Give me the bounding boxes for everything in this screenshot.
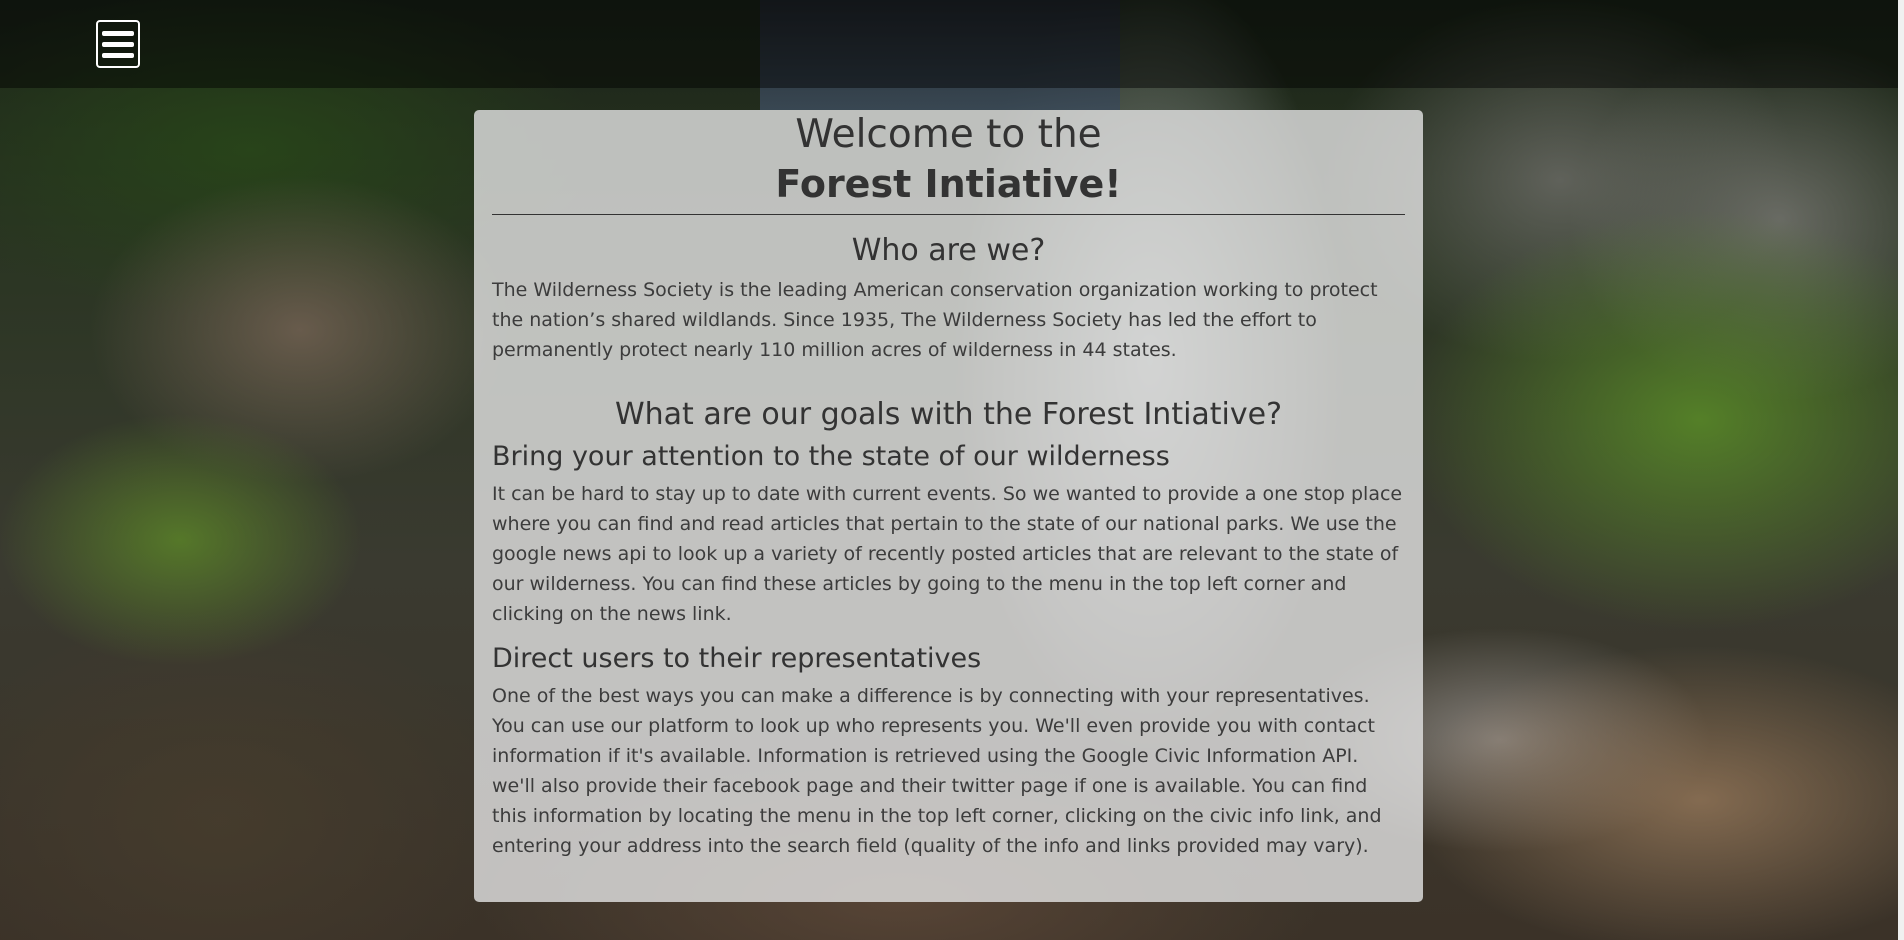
welcome-card: Welcome to the Forest Intiative! Who are… bbox=[474, 110, 1423, 902]
hamburger-icon-bar-3 bbox=[102, 52, 134, 58]
title-divider bbox=[492, 214, 1405, 215]
hamburger-menu-button[interactable] bbox=[96, 20, 140, 68]
hamburger-icon-bar-1 bbox=[102, 30, 134, 36]
about-heading: Who are we? bbox=[851, 233, 1046, 268]
vertical-scrollbar[interactable] bbox=[1898, 0, 1904, 940]
page: Welcome to the Forest Intiative! Who are… bbox=[0, 0, 1904, 940]
page-title-line-2: Forest Intiative! bbox=[775, 162, 1122, 206]
hamburger-icon-bar-2 bbox=[102, 41, 134, 47]
goal-1-paragraph: It can be hard to stay up to date with c… bbox=[492, 483, 1403, 625]
goal-1-heading: Bring your attention to the state of our… bbox=[492, 441, 1170, 472]
goals-heading: What are our goals with the Forest Intia… bbox=[614, 397, 1283, 432]
goal-2-heading: Direct users to their representatives bbox=[492, 643, 982, 674]
goal-2-paragraph: One of the best ways you can make a diff… bbox=[492, 685, 1382, 857]
top-navbar bbox=[0, 0, 1898, 88]
about-paragraph: The Wilderness Society is the leading Am… bbox=[492, 279, 1378, 361]
page-title-line-1: Welcome to the bbox=[795, 112, 1102, 157]
